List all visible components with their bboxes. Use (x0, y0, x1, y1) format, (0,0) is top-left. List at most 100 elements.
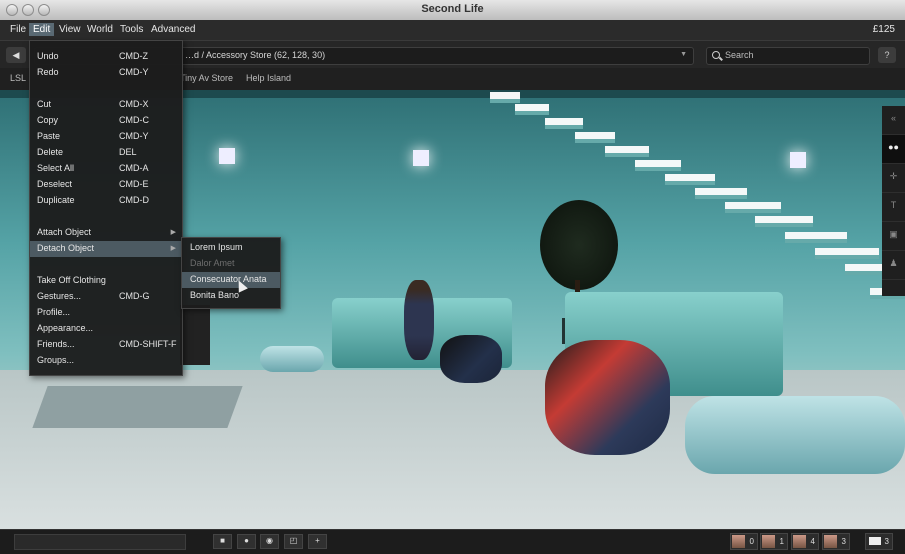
menu-item-label: Profile... (37, 307, 71, 317)
menu-item-label: Take Off Clothing (37, 275, 106, 285)
menu-item-label: Duplicate (37, 195, 75, 205)
menu-item-take-off-clothing[interactable]: Take Off Clothing (30, 273, 182, 289)
avatar-sitting-on-sofa[interactable] (404, 280, 434, 360)
record-icon: ● (244, 536, 249, 545)
menu-item-undo[interactable]: Undo CMD-Z (30, 49, 182, 65)
nearby-person[interactable]: 1 (760, 533, 788, 550)
window-titlebar: Second Life (0, 0, 905, 21)
nearby-person[interactable]: 0 (730, 533, 758, 550)
menu-view[interactable]: View (55, 23, 85, 36)
chevron-down-icon[interactable]: ▼ (680, 51, 687, 58)
messages-button[interactable]: 3 (865, 533, 893, 550)
menu-item-gestures[interactable]: Gestures... CMD-G (30, 289, 182, 305)
menu-advanced[interactable]: Advanced (147, 23, 199, 36)
me-icon: T (890, 200, 897, 210)
add-button[interactable]: + (308, 534, 327, 549)
menu-item-shortcut: CMD-A (119, 163, 149, 173)
avatar-red-shirt[interactable] (545, 340, 670, 455)
stair-step (725, 202, 781, 209)
menu-item-label: Deselect (37, 179, 73, 189)
nearby-person[interactable]: 3 (822, 533, 850, 550)
menu-item-groups[interactable]: Groups... (30, 353, 182, 369)
coffee-table[interactable] (685, 396, 905, 474)
avatar (793, 535, 806, 548)
menu-item-cut[interactable]: Cut CMD-X (30, 97, 182, 113)
submenu-item-label: Bonita Bano (190, 290, 240, 300)
menu-item-friends[interactable]: Friends... CMD-SHIFT-F (30, 337, 182, 353)
plus-icon: + (315, 536, 320, 545)
menu-item-duplicate[interactable]: Duplicate CMD-D (30, 193, 182, 209)
bottom-bar: ■ ● ◉ ◰ + 0 1 4 3 3 (0, 529, 905, 554)
sidebar-me-button[interactable]: T (882, 193, 905, 222)
menu-item-select-all[interactable]: Select All CMD-A (30, 161, 182, 177)
tv-stand (32, 386, 243, 428)
sidebar-places-button[interactable]: ✛ (882, 164, 905, 193)
move-button[interactable]: ◰ (284, 534, 303, 549)
menu-item-shortcut: CMD-E (119, 179, 149, 189)
menu-edit[interactable]: Edit (29, 23, 55, 36)
potted-tree (540, 200, 618, 290)
nearby-person[interactable]: 4 (791, 533, 819, 550)
person-count: 3 (841, 537, 846, 546)
menu-item-delete[interactable]: Delete DEL (30, 145, 182, 161)
favorite-tiny-av-store[interactable]: Tiny Av Store (180, 73, 233, 83)
menu-item-label: Select All (37, 163, 75, 173)
record-button[interactable]: ● (237, 534, 256, 549)
menu-item-attach-object[interactable]: Attach Object ▶ (30, 225, 182, 241)
detach-object-submenu: Lorem Ipsum Dalor Amet Consecuator Anata… (181, 237, 281, 309)
help-button[interactable]: ? (878, 47, 896, 63)
submenu-item-dalor-amet: Dalor Amet (182, 256, 280, 272)
submenu-item-bonita-bano[interactable]: Bonita Bano (182, 288, 280, 304)
collapse-icon: « (890, 113, 896, 123)
menu-item-appearance[interactable]: Appearance... (30, 321, 182, 337)
submenu-item-lorem-ipsum[interactable]: Lorem Ipsum (182, 240, 280, 256)
chevron-right-icon: ▶ (170, 229, 176, 236)
side-table[interactable] (260, 346, 324, 372)
stair-step (785, 232, 847, 239)
tv-screen (180, 305, 210, 365)
menu-item-label: Gestures... (37, 291, 82, 301)
menu-item-shortcut: CMD-Y (119, 67, 149, 77)
avatar-sitting-on-floor[interactable] (440, 335, 502, 383)
menu-item-label: Delete (37, 147, 64, 157)
menu-item-label: Detach Object (37, 243, 95, 253)
search-input[interactable]: Search (706, 47, 870, 65)
person-count: 0 (749, 537, 754, 546)
ceiling-light (219, 148, 235, 164)
avatar (762, 535, 775, 548)
menu-item-redo[interactable]: Redo CMD-Y (30, 65, 182, 81)
menu-item-label: Friends... (37, 339, 75, 349)
menu-item-shortcut: CMD-D (119, 195, 149, 205)
chat-input[interactable] (14, 534, 186, 550)
sidebar-tabs: « ●● ✛ T ▣ ♟ (882, 106, 905, 296)
linden-balance[interactable]: £125 (873, 24, 895, 35)
menu-tools[interactable]: Tools (116, 23, 147, 36)
submenu-item-consecuator-anata[interactable]: Consecuator Anata (182, 272, 280, 288)
help-icon: ? (884, 50, 890, 60)
menu-item-shortcut: CMD-Z (119, 51, 148, 61)
sidebar-people-button[interactable]: ●● (882, 135, 905, 164)
sidebar-collapse-button[interactable]: « (882, 106, 905, 135)
places-icon: ✛ (889, 171, 898, 181)
menu-item-deselect[interactable]: Deselect CMD-E (30, 177, 182, 193)
inventory-icon: ▣ (889, 229, 898, 239)
stair-step (635, 160, 681, 167)
favorite-lsl[interactable]: LSL (10, 73, 26, 83)
back-button[interactable]: ◀ (6, 47, 26, 63)
chevron-right-icon: ▶ (170, 245, 176, 252)
sidebar-appearance-button[interactable]: ♟ (882, 251, 905, 280)
menu-item-copy[interactable]: Copy CMD-C (30, 113, 182, 129)
menu-item-shortcut: CMD-X (119, 99, 149, 109)
stop-button[interactable]: ■ (213, 534, 232, 549)
stair-step (605, 146, 649, 153)
message-count: 3 (884, 537, 889, 546)
sidebar-inventory-button[interactable]: ▣ (882, 222, 905, 251)
menu-file[interactable]: File (6, 23, 30, 36)
menu-world[interactable]: World (83, 23, 117, 36)
camera-icon: ◉ (266, 536, 273, 545)
camera-button[interactable]: ◉ (260, 534, 279, 549)
menu-item-detach-object[interactable]: Detach Object ▶ (30, 241, 182, 257)
menu-item-paste[interactable]: Paste CMD-Y (30, 129, 182, 145)
menu-item-profile[interactable]: Profile... (30, 305, 182, 321)
favorite-help-island[interactable]: Help Island (246, 73, 291, 83)
